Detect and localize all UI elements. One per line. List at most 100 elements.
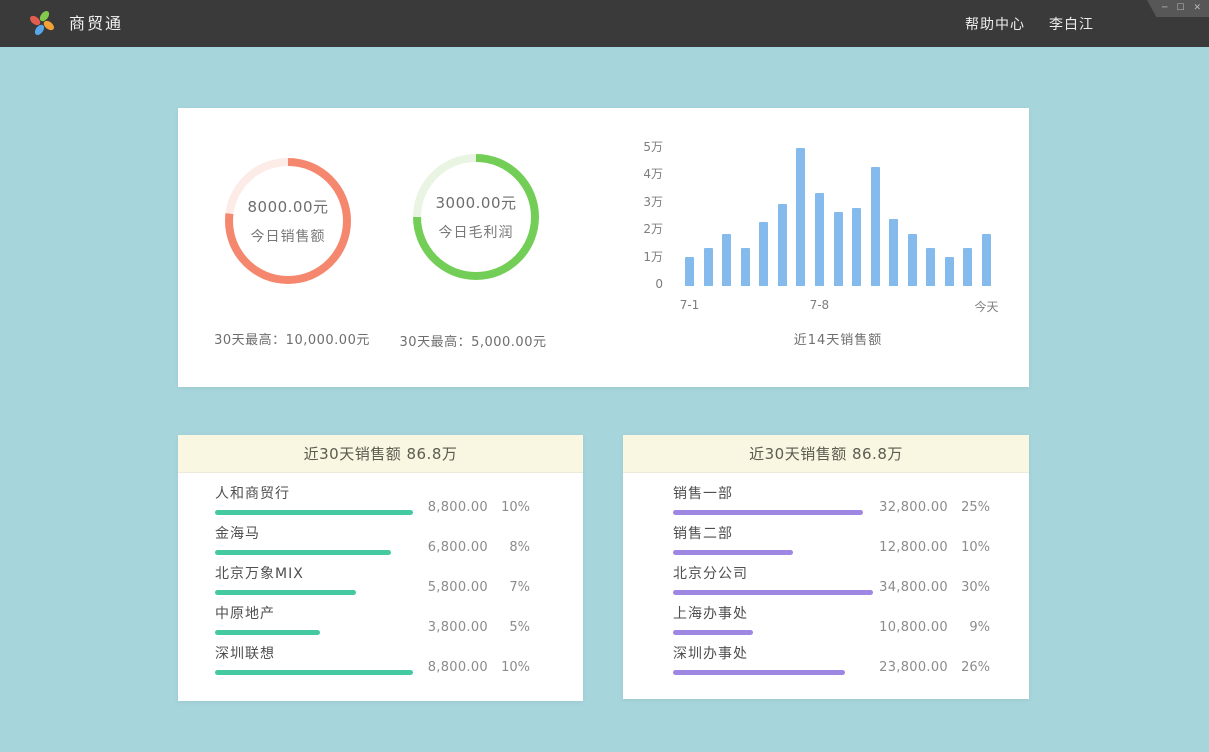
list-item: 深圳联想8,800.0010% <box>215 646 530 675</box>
amount-value: 3,800.00 <box>428 620 488 635</box>
list-item-figures: 3,800.005% <box>413 620 530 635</box>
sales-bar <box>908 234 917 286</box>
sales-bar <box>778 204 787 286</box>
sales-bar <box>722 234 731 286</box>
list-item: 销售一部32,800.0025% <box>673 486 990 515</box>
progress-bar <box>215 670 413 675</box>
progress-bar <box>215 510 413 515</box>
topbar-nav: 帮助中心 李白江 <box>965 0 1094 47</box>
sales-bar <box>852 208 861 286</box>
customer-panel-body: 人和商贸行8,800.0010%金海马6,800.008%北京万象MIX5,80… <box>178 473 583 675</box>
department-panel-title: 近30天销售额 86.8万 <box>623 435 1029 473</box>
progress-bar <box>673 630 753 635</box>
bar-chart-y-axis: 01万2万3万4万5万 <box>618 146 663 286</box>
progress-bar <box>673 510 863 515</box>
today-sales-donut: 8000.00元 今日销售额 <box>225 158 351 284</box>
department-sales-panel: 近30天销售额 86.8万 销售一部32,800.0025% 销售二部12,800… <box>623 435 1029 699</box>
list-item: 上海办事处10,800.009% <box>673 606 990 635</box>
customer-sales-panel: 近30天销售额 86.8万 人和商贸行8,800.0010%金海马6,800.0… <box>178 435 583 701</box>
sales-bar <box>704 248 713 286</box>
topbar: 商贸通 帮助中心 李白江 ─ ☐ ✕ <box>0 0 1209 47</box>
sales-bar <box>834 212 843 286</box>
list-item: 北京分公司34,800.0030% <box>673 566 990 595</box>
list-item: 金海马6,800.008% <box>215 526 530 555</box>
window-controls: ─ ☐ ✕ <box>1147 0 1209 17</box>
app-logo-icon <box>27 8 57 38</box>
sales-bar <box>926 248 935 286</box>
sales-bar <box>963 248 972 286</box>
progress-bar <box>215 550 391 555</box>
progress-bar <box>673 670 845 675</box>
amount-value: 8,800.00 <box>428 500 488 515</box>
entity-name: 中原地产 <box>215 606 413 623</box>
x-tick-label: 7-1 <box>660 298 720 312</box>
sales-bar <box>741 248 750 286</box>
entity-name: 人和商贸行 <box>215 486 413 503</box>
sales-bar <box>982 234 991 286</box>
amount-value: 8,800.00 <box>428 660 488 675</box>
sales-bar <box>815 193 824 286</box>
customer-panel-title: 近30天销售额 86.8万 <box>178 435 583 473</box>
percent-value: 5% <box>488 620 530 635</box>
today-profit-label: 今日毛利润 <box>439 222 514 242</box>
sales-bar <box>685 257 694 286</box>
progress-bar <box>673 590 873 595</box>
y-tick-label: 4万 <box>618 166 663 182</box>
list-item-main: 金海马 <box>215 526 413 555</box>
x-tick-label: 今天 <box>957 298 1017 315</box>
percent-value: 26% <box>948 660 990 675</box>
list-item: 深圳办事处23,800.0026% <box>673 646 990 675</box>
entity-name: 金海马 <box>215 526 413 543</box>
list-item-figures: 6,800.008% <box>413 540 530 555</box>
bar-chart-x-axis: 7-17-8今天 <box>685 298 991 314</box>
list-item-main: 北京万象MIX <box>215 566 413 595</box>
list-item-figures: 8,800.0010% <box>413 660 530 675</box>
list-item-main: 深圳联想 <box>215 646 413 675</box>
today-profit-value: 3000.00元 <box>435 192 516 213</box>
list-item-figures: 10,800.009% <box>873 620 990 635</box>
list-item: 销售二部12,800.0010% <box>673 526 990 555</box>
minimize-button[interactable]: ─ <box>1162 4 1167 13</box>
list-item-figures: 5,800.007% <box>413 580 530 595</box>
department-panel-body: 销售一部32,800.0025%销售二部12,800.0010%北京分公司34,… <box>623 473 1029 675</box>
today-sales-label: 今日销售额 <box>251 226 326 246</box>
list-item-figures: 23,800.0026% <box>873 660 990 675</box>
list-item-main: 上海办事处 <box>673 606 873 635</box>
profit-30day-max: 30天最高：5,000.00元 <box>363 331 583 350</box>
entity-name: 上海办事处 <box>673 606 873 623</box>
list-item-figures: 8,800.0010% <box>413 500 530 515</box>
amount-value: 32,800.00 <box>879 500 948 515</box>
percent-value: 8% <box>488 540 530 555</box>
today-sales-value: 8000.00元 <box>247 196 328 217</box>
sales-bar <box>759 222 768 286</box>
list-item-figures: 12,800.0010% <box>873 540 990 555</box>
progress-bar <box>673 550 793 555</box>
bar-chart-bars <box>685 146 991 286</box>
entity-name: 深圳办事处 <box>673 646 873 663</box>
percent-value: 25% <box>948 500 990 515</box>
maximize-button[interactable]: ☐ <box>1176 4 1184 13</box>
list-item-main: 北京分公司 <box>673 566 873 595</box>
list-item-figures: 32,800.0025% <box>873 500 990 515</box>
y-tick-label: 3万 <box>618 194 663 210</box>
user-menu[interactable]: 李白江 <box>1049 14 1094 34</box>
entity-name: 销售二部 <box>673 526 873 543</box>
list-item-figures: 34,800.0030% <box>873 580 990 595</box>
amount-value: 10,800.00 <box>879 620 948 635</box>
today-profit-donut: 3000.00元 今日毛利润 <box>413 154 539 280</box>
percent-value: 10% <box>488 660 530 675</box>
help-center-link[interactable]: 帮助中心 <box>965 14 1025 34</box>
amount-value: 34,800.00 <box>879 580 948 595</box>
y-tick-label: 5万 <box>618 139 663 155</box>
app-window: 商贸通 帮助中心 李白江 ─ ☐ ✕ 8000.00元 今日销售额 30天最高：… <box>0 0 1209 752</box>
percent-value: 10% <box>948 540 990 555</box>
close-button[interactable]: ✕ <box>1193 4 1201 13</box>
sales-bar <box>796 148 805 286</box>
list-item: 中原地产3,800.005% <box>215 606 530 635</box>
entity-name: 北京分公司 <box>673 566 873 583</box>
entity-name: 深圳联想 <box>215 646 413 663</box>
progress-bar <box>215 630 320 635</box>
app-title: 商贸通 <box>69 0 123 47</box>
y-tick-label: 2万 <box>618 221 663 237</box>
list-item: 人和商贸行8,800.0010% <box>215 486 530 515</box>
